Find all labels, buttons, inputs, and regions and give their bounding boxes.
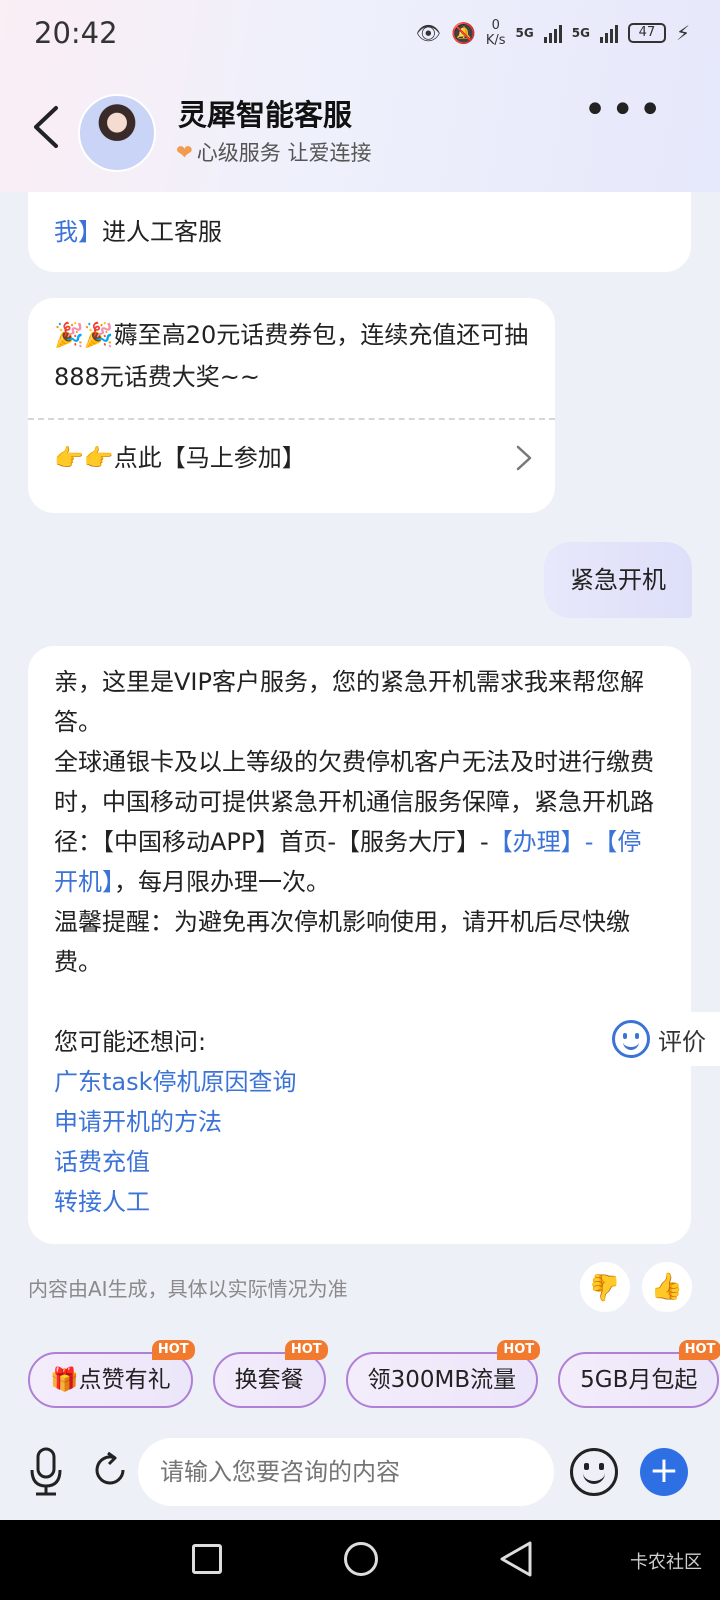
contact-human-link[interactable]: 我】 [54, 218, 102, 246]
chevron-right-icon[interactable] [515, 444, 533, 472]
system-nav-bar: 卡农社区 [0, 1520, 720, 1600]
suggestion-link[interactable]: 转接人工 [54, 1182, 664, 1222]
promo-card: 🎉🎉薅至高20元话费券包，连续充值还可抽888元话费大奖~~ 👉👉点此【马上参加… [28, 298, 555, 513]
promo-text: 🎉🎉薅至高20元话费券包，连续充值还可抽888元话费大奖~~ [54, 321, 529, 391]
microphone-icon[interactable] [28, 1446, 64, 1498]
battery-icon: 47 [627, 23, 666, 43]
rate-button[interactable]: 评价 [604, 1012, 720, 1066]
join-promo-link[interactable]: 👉👉点此【马上参加】 [54, 438, 306, 478]
user-message: 紧急开机 [544, 542, 692, 618]
thumbs-up-button[interactable]: 👍 [642, 1262, 692, 1312]
chip-change-plan[interactable]: 换套餐 HOT [212, 1340, 328, 1408]
thumbs-down-button[interactable]: 👍 [580, 1262, 630, 1312]
hot-badge: HOT [151, 1340, 195, 1360]
back-button[interactable] [28, 104, 62, 150]
suggestion-link[interactable]: 话费充值 [54, 1142, 664, 1182]
eye-icon: 👁 [415, 21, 441, 45]
bell-muted-icon: 🔕 [450, 21, 476, 45]
system-back-button[interactable] [498, 1540, 534, 1578]
status-icons: 👁 🔕 0 K/s 5G 5G 47 ⚡ [416, 18, 690, 48]
add-button[interactable]: + [640, 1448, 688, 1496]
refresh-icon[interactable] [90, 1450, 130, 1490]
subtitle: ❤ 心级服务 让爱连接 [176, 140, 372, 165]
signal-label-2: 5G [571, 26, 590, 40]
message-input[interactable] [138, 1438, 554, 1506]
net-speed: 0 K/s [485, 18, 506, 48]
smile-icon [612, 1020, 650, 1058]
chip-free-data[interactable]: 领300MB流量 HOT [345, 1340, 541, 1408]
watermark: 卡农社区 [630, 1552, 702, 1573]
input-bar: + [0, 1424, 720, 1520]
chip-monthly-pack[interactable]: 5GB月包起 HOT [558, 1340, 720, 1408]
emoji-button[interactable] [570, 1448, 618, 1496]
suggest-title: 您可能还想问: [54, 1028, 207, 1056]
more-options-button[interactable]: ••• [583, 90, 666, 130]
ai-disclaimer: 内容由AI生成，具体以实际情况为准 [28, 1277, 348, 1301]
status-time: 20:42 [34, 16, 118, 50]
thumbs-down-icon: 👍 [588, 1272, 622, 1302]
recent-apps-button[interactable] [192, 1544, 222, 1574]
avatar[interactable] [78, 94, 156, 172]
heart-icon: ❤ [176, 140, 193, 164]
signal-icon-2 [599, 23, 618, 43]
quick-chips: 🎁点赞有礼 HOT 换套餐 HOT 领300MB流量 HOT 5GB月包起 HO… [28, 1340, 720, 1408]
hot-badge: HOT [284, 1340, 328, 1360]
home-button[interactable] [344, 1542, 378, 1576]
handle-link[interactable]: 【办理】 [489, 828, 585, 856]
page-title: 灵犀智能客服 [178, 98, 353, 132]
divider [28, 418, 555, 420]
thumbs-up-icon: 👍 [650, 1272, 684, 1302]
signal-label-1: 5G [515, 26, 534, 40]
suggestion-link[interactable]: 广东task停机原因查询 [54, 1062, 664, 1102]
hot-badge: HOT [497, 1340, 541, 1360]
header: 20:42 👁 🔕 0 K/s 5G 5G 47 ⚡ 灵犀智能客服 ❤ 心级服务… [0, 0, 720, 192]
suggestion-link[interactable]: 申请开机的方法 [54, 1102, 664, 1142]
chip-like-gift[interactable]: 🎁点赞有礼 HOT [28, 1340, 195, 1408]
hot-badge: HOT [678, 1340, 720, 1360]
signal-icon [543, 23, 562, 43]
charging-icon: ⚡ [675, 21, 690, 45]
bot-answer: 亲，这里是VIP客户服务，您的紧急开机需求我来帮您解答。 全球通银卡及以上等级的… [28, 646, 691, 1244]
